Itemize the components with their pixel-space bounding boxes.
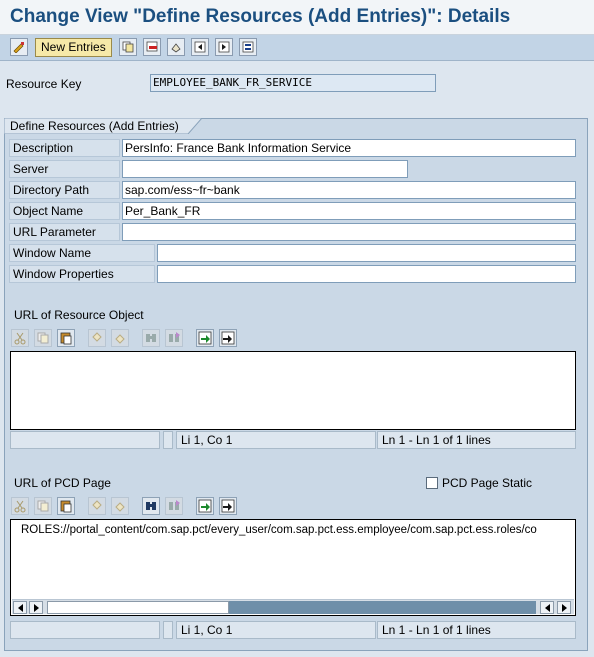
url-pcd-status-cell bbox=[10, 621, 160, 639]
url-pcd-textarea[interactable]: ROLES://portal_content/com.sap.pct/every… bbox=[10, 519, 576, 616]
paste-icon bbox=[60, 332, 72, 345]
find-button[interactable] bbox=[142, 329, 160, 347]
display-change-button[interactable] bbox=[10, 38, 28, 56]
scroll-far-left-button[interactable] bbox=[13, 601, 27, 614]
pcd-page-static-checkbox[interactable] bbox=[426, 477, 438, 489]
description-label: Description bbox=[9, 139, 120, 157]
cut-icon bbox=[14, 332, 26, 345]
arrow-right-icon bbox=[34, 604, 39, 612]
directory-path-label: Directory Path bbox=[9, 181, 120, 199]
page-title: Change View "Define Resources (Add Entri… bbox=[10, 6, 511, 27]
import-button[interactable] bbox=[196, 329, 214, 347]
directory-path-field[interactable]: sap.com/ess~fr~bank bbox=[122, 181, 576, 199]
select-all-button[interactable] bbox=[239, 38, 257, 56]
url-resource-label: URL of Resource Object bbox=[14, 308, 144, 322]
paste-button[interactable] bbox=[57, 329, 75, 347]
copy-entry-button[interactable] bbox=[119, 38, 137, 56]
resource-key-label: Resource Key bbox=[6, 77, 82, 91]
pcd-redo-button[interactable] bbox=[111, 497, 129, 515]
previous-entry-button[interactable] bbox=[191, 38, 209, 56]
import-icon bbox=[198, 331, 212, 345]
display-change-icon bbox=[13, 42, 24, 53]
arrow-left-icon bbox=[18, 604, 23, 612]
copy-icon bbox=[37, 332, 49, 344]
delete-entry-button[interactable] bbox=[143, 38, 161, 56]
pcd-undo-button[interactable] bbox=[88, 497, 106, 515]
description-field[interactable]: PersInfo: France Bank Information Servic… bbox=[122, 139, 576, 157]
server-field[interactable] bbox=[122, 160, 408, 178]
pcd-find-button[interactable] bbox=[142, 497, 160, 515]
export-button[interactable] bbox=[219, 329, 237, 347]
url-pcd-label: URL of PCD Page bbox=[14, 476, 111, 490]
undo-icon bbox=[171, 43, 181, 53]
pcd-page-static-label: PCD Page Static bbox=[442, 476, 533, 490]
url-pcd-line-count: Ln 1 - Ln 1 of 1 lines bbox=[377, 621, 576, 639]
undo-button[interactable] bbox=[88, 329, 106, 347]
url-resource-cursor-position: Li 1, Co 1 bbox=[176, 431, 376, 449]
group-title: Define Resources (Add Entries) bbox=[10, 119, 179, 133]
application-toolbar: New Entries bbox=[0, 35, 594, 61]
scroll-right-button[interactable] bbox=[540, 601, 554, 614]
url-pcd-cursor-position: Li 1, Co 1 bbox=[176, 621, 376, 639]
pcd-import-button[interactable] bbox=[196, 497, 214, 515]
horizontal-scrollbar[interactable] bbox=[12, 599, 574, 614]
scroll-track[interactable] bbox=[229, 601, 536, 614]
undo-icon bbox=[92, 500, 102, 510]
copy-icon bbox=[122, 41, 134, 53]
delete-icon bbox=[146, 41, 158, 52]
undo-icon bbox=[92, 332, 102, 342]
url-parameter-field[interactable] bbox=[122, 223, 576, 241]
window-properties-field[interactable] bbox=[157, 265, 576, 283]
find-icon bbox=[146, 502, 156, 510]
pcd-paste-button[interactable] bbox=[57, 497, 75, 515]
next-entry-button[interactable] bbox=[215, 38, 233, 56]
window-name-label: Window Name bbox=[9, 244, 155, 262]
group-tab: Define Resources (Add Entries) bbox=[4, 118, 204, 134]
scroll-left-button[interactable] bbox=[29, 601, 43, 614]
export-icon bbox=[221, 499, 235, 513]
pcd-copy-button[interactable] bbox=[34, 497, 52, 515]
find-next-icon bbox=[169, 332, 180, 342]
window-name-field[interactable] bbox=[157, 244, 576, 262]
next-entry-icon bbox=[218, 41, 230, 53]
url-resource-status-spacer bbox=[163, 431, 173, 449]
copy-icon bbox=[37, 500, 49, 512]
url-resource-line-count: Ln 1 - Ln 1 of 1 lines bbox=[377, 431, 576, 449]
previous-entry-icon bbox=[194, 41, 206, 53]
server-label: Server bbox=[9, 160, 120, 178]
object-name-label: Object Name bbox=[9, 202, 120, 220]
url-pcd-status-spacer bbox=[163, 621, 173, 639]
undo-change-button[interactable] bbox=[167, 38, 185, 56]
pcd-find-next-button[interactable] bbox=[165, 497, 183, 515]
import-icon bbox=[198, 499, 212, 513]
new-entries-button[interactable]: New Entries bbox=[35, 38, 112, 57]
pcd-cut-button[interactable] bbox=[11, 497, 29, 515]
scroll-far-right-button[interactable] bbox=[557, 601, 571, 614]
arrow-right-icon bbox=[562, 604, 567, 612]
title-bar: Change View "Define Resources (Add Entri… bbox=[0, 0, 594, 35]
url-parameter-label: URL Parameter bbox=[9, 223, 120, 241]
export-icon bbox=[221, 331, 235, 345]
arrow-left-icon bbox=[545, 604, 550, 612]
redo-button[interactable] bbox=[111, 329, 129, 347]
object-name-field[interactable]: Per_Bank_FR bbox=[122, 202, 576, 220]
url-resource-textarea[interactable] bbox=[10, 351, 576, 430]
find-next-icon bbox=[169, 500, 180, 510]
pcd-export-button[interactable] bbox=[219, 497, 237, 515]
cut-button[interactable] bbox=[11, 329, 29, 347]
paste-icon bbox=[60, 500, 72, 513]
window-properties-label: Window Properties bbox=[9, 265, 155, 283]
select-all-icon bbox=[242, 41, 254, 53]
copy-text-button[interactable] bbox=[34, 329, 52, 347]
redo-icon bbox=[115, 334, 125, 344]
url-pcd-text: ROLES://portal_content/com.sap.pct/every… bbox=[21, 524, 537, 536]
url-resource-status-cell bbox=[10, 431, 160, 449]
scroll-thumb[interactable] bbox=[47, 601, 229, 614]
find-icon bbox=[146, 334, 156, 342]
resource-key-field: EMPLOYEE_BANK_FR_SERVICE bbox=[150, 74, 436, 92]
redo-icon bbox=[115, 502, 125, 512]
find-next-button[interactable] bbox=[165, 329, 183, 347]
cut-icon bbox=[14, 500, 26, 513]
